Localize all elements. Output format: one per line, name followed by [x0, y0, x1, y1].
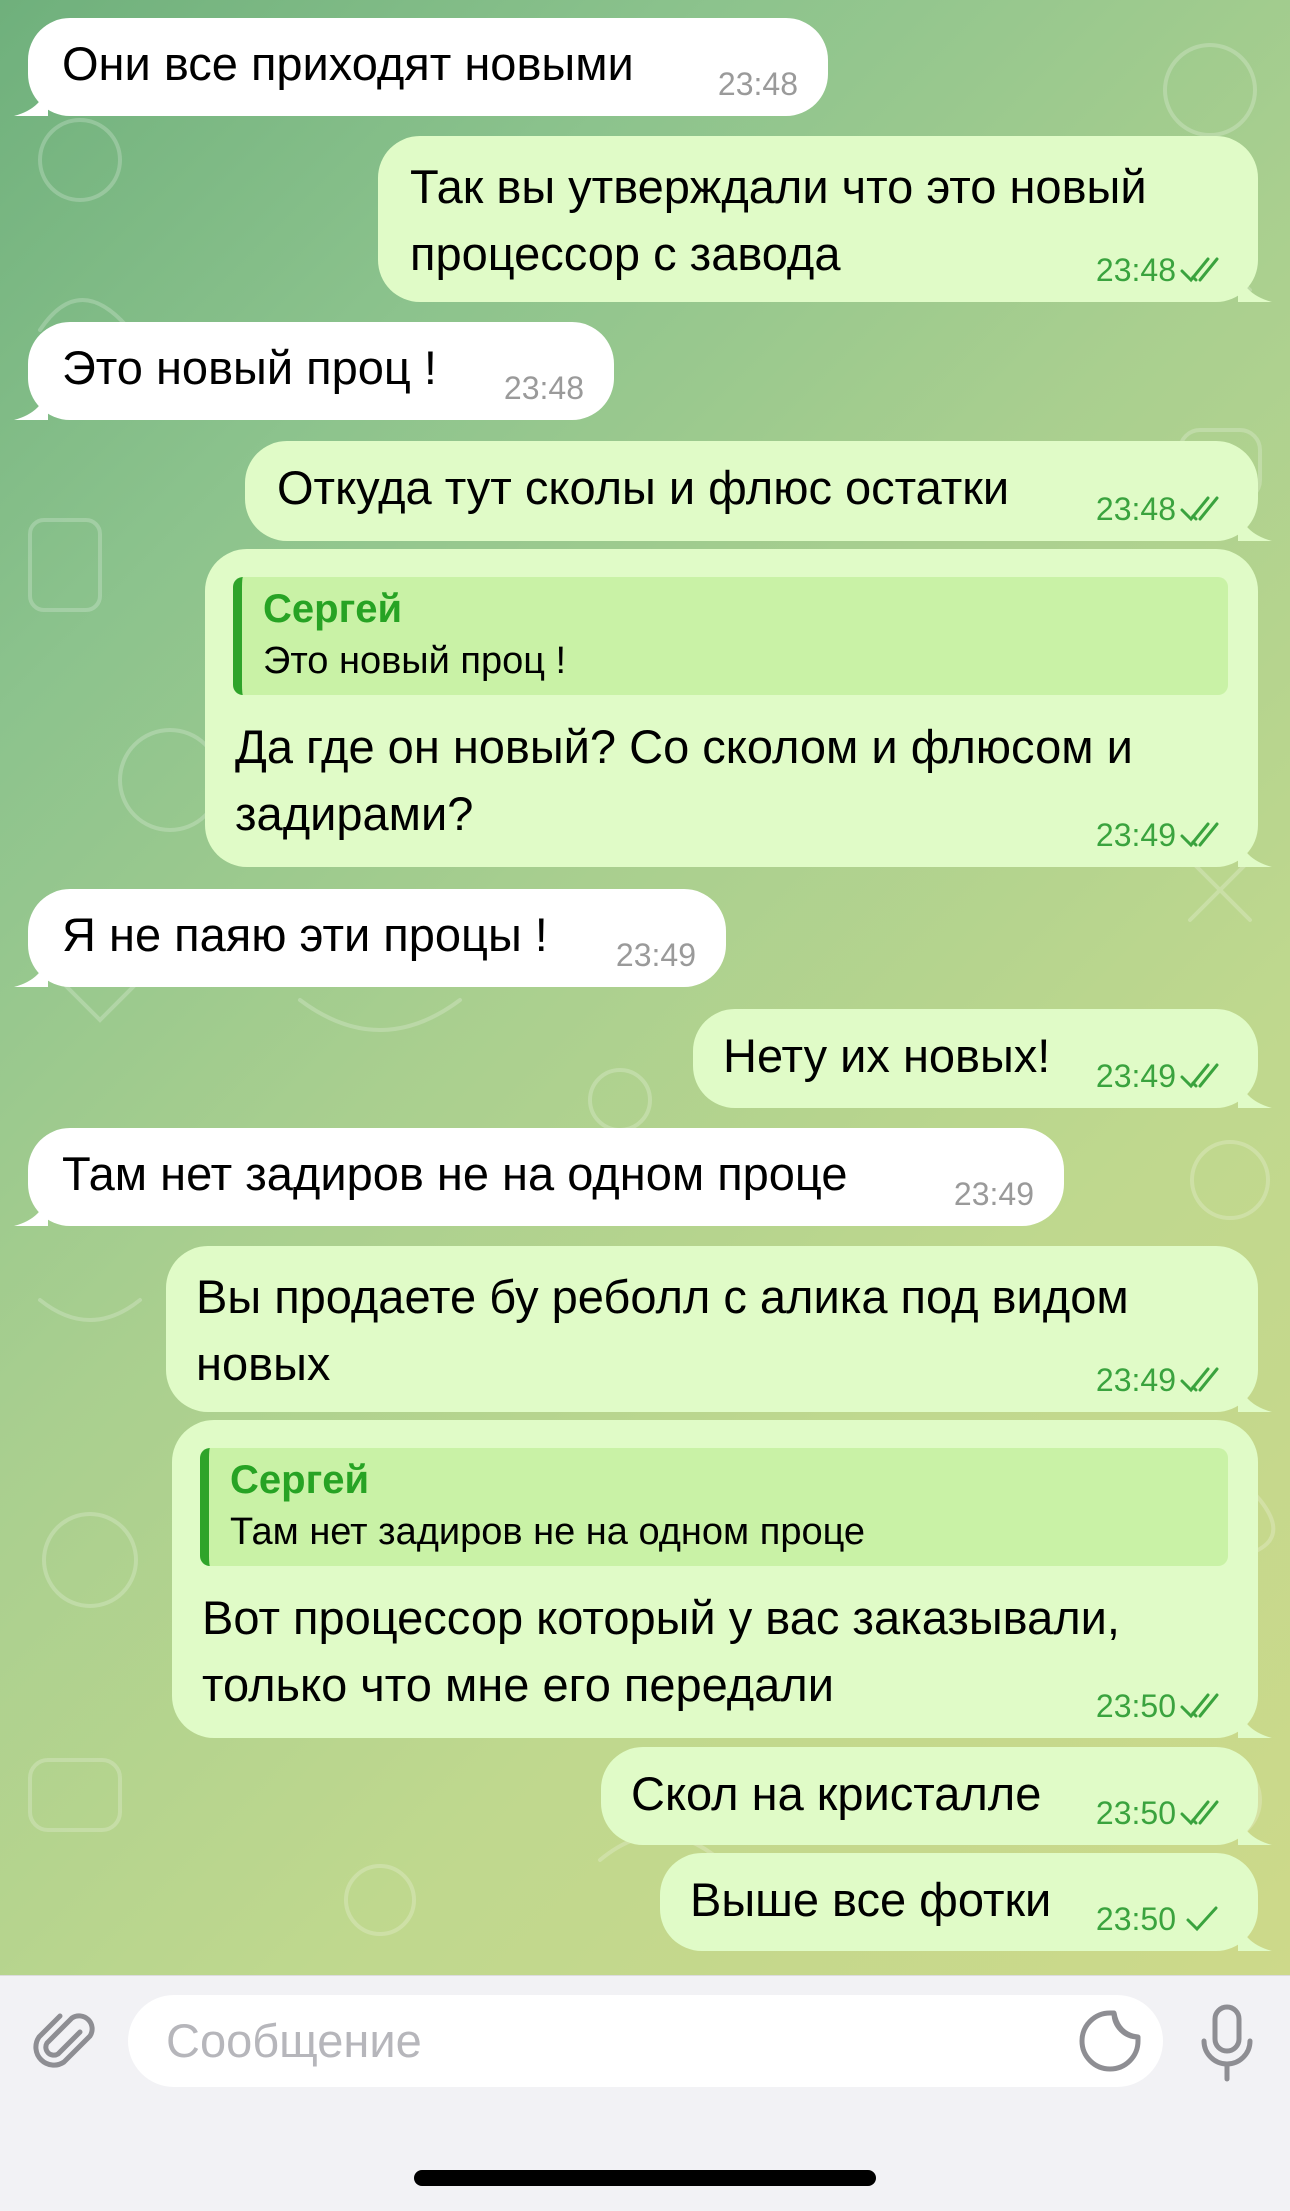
bubble-tail	[14, 1192, 48, 1226]
message-meta: 23:48	[718, 66, 798, 102]
double-check-icon	[1180, 1800, 1219, 1826]
reply-author: Сергей	[263, 587, 403, 631]
bubble-tail	[1238, 833, 1272, 867]
message-bubble-outgoing[interactable]: Так вы утверждали что это новый процессо…	[378, 136, 1272, 302]
double-check-icon	[1180, 822, 1219, 848]
double-check-icon	[1180, 257, 1219, 283]
single-check-icon	[1186, 1906, 1218, 1932]
message-input[interactable]: Сообщение	[128, 1995, 1163, 2087]
message-meta: 23:49	[1096, 1362, 1228, 1398]
double-check-icon	[1180, 1063, 1219, 1089]
message-bubble-incoming[interactable]: Они все приходят новыми 23:48	[14, 18, 828, 116]
message-bubble-incoming[interactable]: Я не паяю эти процы ! 23:49	[14, 889, 726, 987]
microphone-icon[interactable]	[1192, 2003, 1262, 2083]
message-meta: 23:49	[1096, 817, 1228, 853]
home-indicator[interactable]	[414, 2170, 876, 2186]
message-text: Так вы утверждали что это новый	[410, 160, 1147, 213]
bubble-tail	[14, 386, 48, 420]
bubble-tail	[1238, 1074, 1272, 1108]
bubble-tail	[1238, 1704, 1272, 1738]
double-check-icon	[1180, 1367, 1219, 1393]
message-text: Они все приходят новыми	[62, 37, 634, 90]
message-time: 23:48	[1095, 252, 1176, 288]
bubble-tail	[14, 953, 48, 987]
message-time: 23:49	[1095, 1058, 1176, 1094]
message-time: 23:49	[1095, 1362, 1176, 1398]
message-text: Вот процессор который у вас заказывали,	[202, 1591, 1120, 1644]
message-meta: 23:48	[504, 370, 584, 406]
message-time: 23:48	[717, 66, 798, 102]
double-check-icon	[1180, 1693, 1219, 1719]
reply-text: Там нет задиров не на одном проце	[230, 1511, 866, 1553]
sticker-icon[interactable]	[1078, 2009, 1142, 2073]
message-text: Да где он новый? Со сколом и флюсом и	[235, 720, 1133, 773]
message-time: 23:48	[503, 370, 584, 406]
message-time: 23:49	[1095, 817, 1176, 853]
message-meta: 23:50	[1096, 1901, 1228, 1937]
message-text: только что мне его передали	[202, 1658, 834, 1711]
message-bubble-incoming[interactable]: Там нет задиров не на одном проце 23:49	[14, 1128, 1064, 1226]
message-meta: 23:48	[1096, 491, 1228, 527]
bubble-tail	[1238, 1917, 1272, 1951]
message-bubble-outgoing[interactable]: Вы продаете бу реболл с алика под видом …	[166, 1246, 1272, 1412]
message-time: 23:50	[1095, 1901, 1176, 1937]
message-meta: 23:50	[1096, 1795, 1228, 1831]
bubble-tail	[1238, 268, 1272, 302]
message-meta: 23:49	[954, 1176, 1034, 1212]
message-time: 23:48	[1095, 491, 1176, 527]
bubble-tail	[1238, 507, 1272, 541]
message-bubble-outgoing[interactable]: Сергей Это новый проц ! Да где он новый?…	[205, 549, 1272, 867]
message-text: задирами?	[235, 787, 474, 840]
message-bubble-outgoing[interactable]: Выше все фотки 23:50	[660, 1853, 1272, 1951]
bubble-tail	[14, 82, 48, 116]
message-bubble-outgoing[interactable]: Откуда тут сколы и флюс остатки 23:48	[245, 441, 1272, 541]
message-text: Там нет задиров не на одном проце	[62, 1147, 848, 1200]
reply-quote[interactable]: Сергей Это новый проц !	[233, 577, 1228, 695]
message-bubble-outgoing[interactable]: Нету их новых! 23:49	[693, 1009, 1272, 1108]
message-time: 23:50	[1095, 1795, 1176, 1831]
message-time: 23:49	[615, 937, 696, 973]
bubble-tail	[1238, 1811, 1272, 1845]
message-meta: 23:49	[616, 937, 696, 973]
reply-author: Сергей	[230, 1458, 370, 1502]
message-input-placeholder: Сообщение	[166, 2014, 422, 2067]
bubble-tail	[1238, 1378, 1272, 1412]
message-meta: 23:50	[1096, 1688, 1228, 1724]
message-text: Вы продаете бу реболл с алика под видом	[196, 1270, 1129, 1323]
message-bubble-incoming[interactable]: Это новый проц ! 23:48	[14, 322, 614, 420]
reply-text: Это новый проц !	[263, 640, 567, 682]
paperclip-icon[interactable]	[28, 2006, 102, 2080]
message-meta: 23:49	[1096, 1058, 1228, 1094]
double-check-icon	[1180, 496, 1219, 522]
message-time: 23:49	[953, 1176, 1034, 1212]
message-time: 23:50	[1095, 1688, 1176, 1724]
reply-quote[interactable]: Сергей Там нет задиров не на одном проце	[200, 1448, 1228, 1566]
message-bubble-outgoing[interactable]: Скол на кристалле 23:50	[601, 1747, 1272, 1845]
message-bubble-outgoing[interactable]: Сергей Там нет задиров не на одном проце…	[172, 1420, 1272, 1738]
message-meta: 23:48	[1096, 252, 1228, 288]
